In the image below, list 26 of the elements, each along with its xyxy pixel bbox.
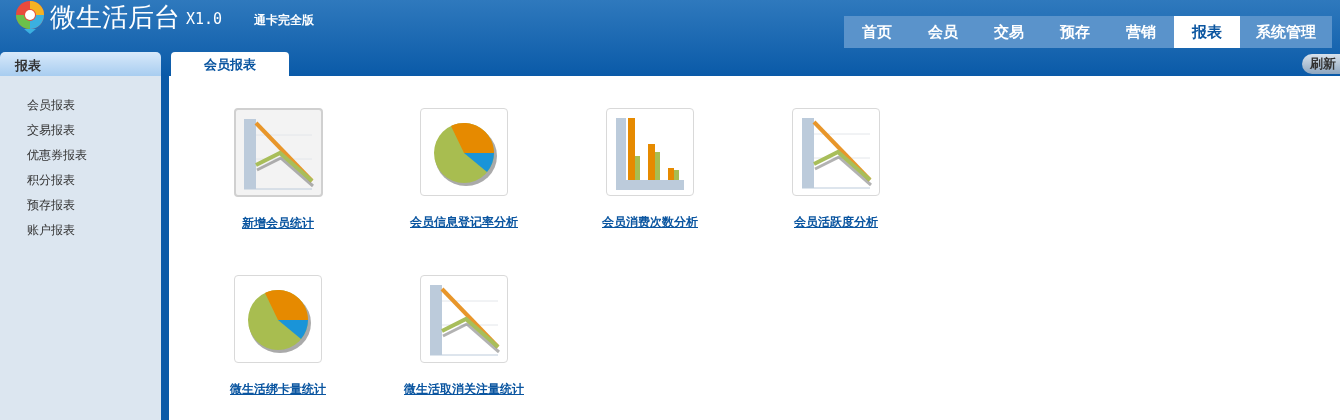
edition-label: 通卡完全版 — [254, 12, 315, 29]
logo-icon — [14, 0, 46, 34]
sidebar-item[interactable]: 积分报表 — [27, 168, 161, 193]
sidebar-title: 报表 — [0, 52, 161, 76]
report-link[interactable]: 新增会员统计 — [242, 215, 314, 232]
report-link[interactable]: 会员消费次数分析 — [602, 214, 698, 231]
sidebar-item[interactable]: 优惠券报表 — [27, 143, 161, 168]
report-link[interactable]: 会员活跃度分析 — [794, 214, 878, 231]
report-tile[interactable] — [792, 108, 880, 196]
report-tile[interactable] — [420, 108, 508, 196]
sidebar-item[interactable]: 会员报表 — [27, 93, 161, 118]
version-label: X1.0 — [186, 9, 223, 30]
sidebar-item[interactable]: 账户报表 — [27, 218, 161, 243]
report-tile[interactable] — [420, 275, 508, 363]
tab[interactable]: 会员报表 — [171, 52, 289, 76]
app-name: 微生活后台 — [50, 1, 180, 34]
report-link[interactable]: 微生活绑卡量统计 — [230, 381, 326, 398]
refresh-button[interactable]: 刷新 — [1302, 54, 1340, 74]
report-tile[interactable] — [233, 108, 323, 197]
sidebar-item[interactable]: 预存报表 — [27, 193, 161, 218]
report-tile[interactable] — [234, 275, 322, 363]
sidebar-item[interactable]: 交易报表 — [27, 118, 161, 143]
report-link[interactable]: 会员信息登记率分析 — [410, 214, 518, 231]
report-link[interactable]: 微生活取消关注量统计 — [404, 381, 524, 398]
nav-tab[interactable]: 报表 — [1174, 16, 1240, 48]
report-tile[interactable] — [606, 108, 694, 196]
